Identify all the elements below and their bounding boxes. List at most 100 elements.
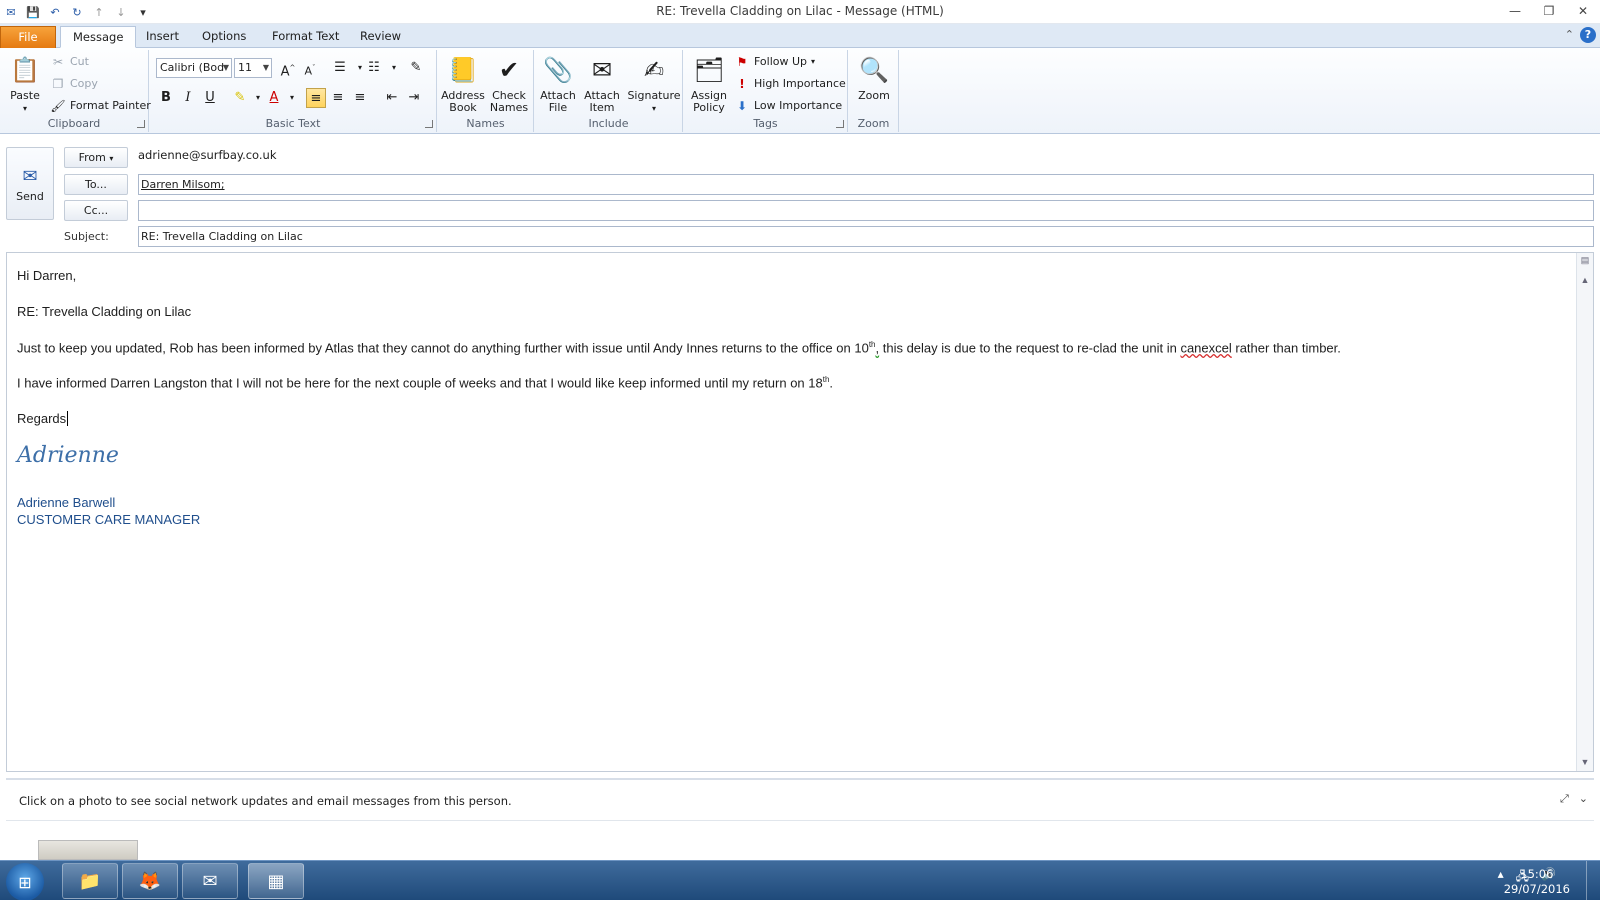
firefox-taskbar-icon[interactable]: 🦊 — [122, 863, 178, 899]
show-desktop-button[interactable] — [1586, 861, 1600, 900]
signature-name: Adrienne Barwell — [17, 495, 116, 510]
send-button[interactable]: ✉ Send — [6, 147, 54, 220]
include-group-label: Include — [588, 117, 629, 130]
explorer-taskbar-icon[interactable]: 📁 — [62, 863, 118, 899]
tab-review[interactable]: Review — [348, 26, 413, 48]
regards-label: Regards — [17, 411, 67, 426]
signature-icon: ✍ — [643, 56, 665, 84]
numbering-icon[interactable]: ☷ — [364, 58, 384, 78]
tags-launcher-icon[interactable] — [836, 120, 844, 128]
window-controls: — ❐ ✕ — [1498, 0, 1600, 22]
ruler-toggle-icon[interactable]: ▤ — [1579, 255, 1591, 267]
check-names-icon: ✔ — [498, 56, 520, 84]
expand-icon[interactable]: ⤢ — [1560, 792, 1569, 806]
font-size-select[interactable]: 11 ▼ — [234, 58, 272, 78]
zoom-button[interactable]: 🔍 Zoom — [851, 52, 897, 102]
chevron-down-icon[interactable]: ⌄ — [1579, 792, 1588, 806]
shrink-font-icon[interactable]: Aˇ — [300, 58, 320, 78]
text-cursor — [67, 411, 72, 426]
font-size-value: 11 — [238, 61, 252, 74]
highlight-icon[interactable]: ✎ — [230, 88, 250, 108]
subject-field[interactable]: RE: Trevella Cladding on Lilac — [138, 226, 1594, 247]
attach-item-button[interactable]: ✉ Attach Item — [579, 52, 625, 114]
paste-button[interactable]: 📋 Paste ▾ — [2, 52, 48, 115]
body-scrollbar[interactable]: ▤ ▲ ▼ — [1576, 253, 1593, 771]
check-names-button[interactable]: ✔ Check Names — [486, 52, 532, 114]
underline-button[interactable]: U — [200, 88, 220, 108]
follow-up-button[interactable]: ⚑ Follow Up ▾ — [734, 52, 815, 72]
tab-message[interactable]: Message — [60, 26, 137, 48]
chevron-down-icon[interactable]: ▾ — [384, 58, 404, 78]
contact-photo[interactable] — [38, 840, 138, 860]
include-group: 📎 Attach File ✉ Attach Item ✍ Signature … — [535, 50, 683, 132]
to-field[interactable]: Darren Milsom; — [138, 174, 1594, 195]
app-taskbar-icon[interactable]: ▦ — [248, 863, 304, 899]
align-right-icon[interactable]: ≡ — [350, 88, 370, 108]
flag-icon: ⚑ — [736, 55, 748, 69]
font-color-icon[interactable]: A — [264, 88, 284, 108]
align-center-icon[interactable]: ≡ — [328, 88, 348, 108]
clipboard-launcher-icon[interactable] — [137, 120, 145, 128]
to-button[interactable]: To... — [64, 174, 128, 195]
to-recipient[interactable]: Darren Milsom; — [141, 178, 225, 191]
message-body[interactable]: Hi Darren, RE: Trevella Cladding on Lila… — [6, 252, 1594, 772]
low-importance-button[interactable]: ⬇ Low Importance — [734, 96, 842, 116]
people-pane: Click on a photo to see social network u… — [6, 778, 1594, 860]
assign-policy-button[interactable]: 🗂 Assign Policy — [686, 52, 732, 114]
restore-icon[interactable]: ❐ — [1532, 0, 1566, 22]
subject-label: Subject: — [64, 230, 109, 243]
scroll-down-icon[interactable]: ▼ — [1579, 757, 1591, 769]
copy-button[interactable]: ❐ Copy — [50, 74, 98, 94]
cc-field[interactable] — [138, 200, 1594, 221]
tab-format-text[interactable]: Format Text — [260, 26, 351, 48]
paragraph-1-text-3: rather than timber. — [1231, 340, 1341, 356]
minimize-ribbon-icon[interactable]: ⌃ — [1565, 28, 1574, 41]
tab-file[interactable]: File — [0, 26, 56, 48]
italic-button[interactable]: I — [178, 88, 198, 108]
high-importance-button[interactable]: ! High Importance — [734, 74, 846, 94]
from-value: adrienne@surfbay.co.uk — [138, 148, 277, 162]
paragraph-1-text-2: this delay is due to the request to re-c… — [879, 340, 1181, 356]
exclamation-icon: ! — [739, 77, 745, 91]
bullets-icon[interactable]: ☰ — [330, 58, 350, 78]
font-name-select[interactable]: Calibri (Bod ▼ — [156, 58, 232, 78]
follow-up-label: Follow Up — [754, 55, 808, 68]
clock[interactable]: 15:06 29/07/2016 — [1504, 867, 1570, 897]
close-icon[interactable]: ✕ — [1566, 0, 1600, 22]
start-button[interactable]: ⊞ — [6, 863, 44, 900]
scroll-up-icon[interactable]: ▲ — [1579, 275, 1591, 287]
bold-button[interactable]: B — [156, 88, 176, 108]
help-icon[interactable]: ? — [1580, 27, 1596, 43]
format-painter-button[interactable]: 🖌 Format Painter — [50, 96, 150, 116]
signature-title: CUSTOMER CARE MANAGER — [17, 512, 201, 527]
cc-button[interactable]: Cc... — [64, 200, 128, 221]
signature-button[interactable]: ✍ Signature ▾ — [627, 52, 681, 115]
tab-insert[interactable]: Insert — [134, 26, 191, 48]
grow-font-icon[interactable]: A^ — [278, 58, 298, 79]
chevron-down-icon[interactable]: ▾ — [282, 88, 302, 108]
align-left-icon[interactable]: ≡ — [306, 88, 326, 108]
paperclip-icon: 📎 — [543, 56, 573, 84]
from-button[interactable]: From ▾ — [64, 147, 128, 168]
cut-label: Cut — [70, 55, 89, 68]
envelope-icon: ✉ — [591, 56, 613, 84]
check-names-label: Check Names — [489, 89, 529, 114]
misspelled-word[interactable]: canexcel — [1180, 340, 1231, 355]
cut-button[interactable]: ✂ Cut — [50, 52, 89, 72]
outlook-taskbar-icon[interactable]: ✉ — [182, 863, 238, 899]
clear-formatting-icon[interactable]: ✎ — [406, 58, 426, 78]
magnifier-icon: 🔍 — [859, 56, 889, 84]
decrease-indent-icon[interactable]: ⇤ — [382, 88, 402, 108]
signature-script: Adrienne — [17, 443, 119, 468]
basic-text-group: Calibri (Bod ▼ 11 ▼ A^ Aˇ ☰ ▾ ☷ ▾ ✎ B I … — [150, 50, 437, 132]
greeting-text: Hi Darren, — [17, 268, 77, 283]
tags-group: 🗂 Assign Policy ⚑ Follow Up ▾ ! High Imp… — [684, 50, 848, 132]
minimize-icon[interactable]: — — [1498, 0, 1532, 22]
increase-indent-icon[interactable]: ⇥ — [404, 88, 424, 108]
basic-text-launcher-icon[interactable] — [425, 120, 433, 128]
address-book-button[interactable]: 📒 Address Book — [440, 52, 486, 114]
tab-options[interactable]: Options — [190, 26, 258, 48]
send-icon: ✉ — [22, 166, 38, 187]
clipboard-group-label: Clipboard — [47, 117, 101, 130]
attach-file-button[interactable]: 📎 Attach File — [535, 52, 581, 114]
